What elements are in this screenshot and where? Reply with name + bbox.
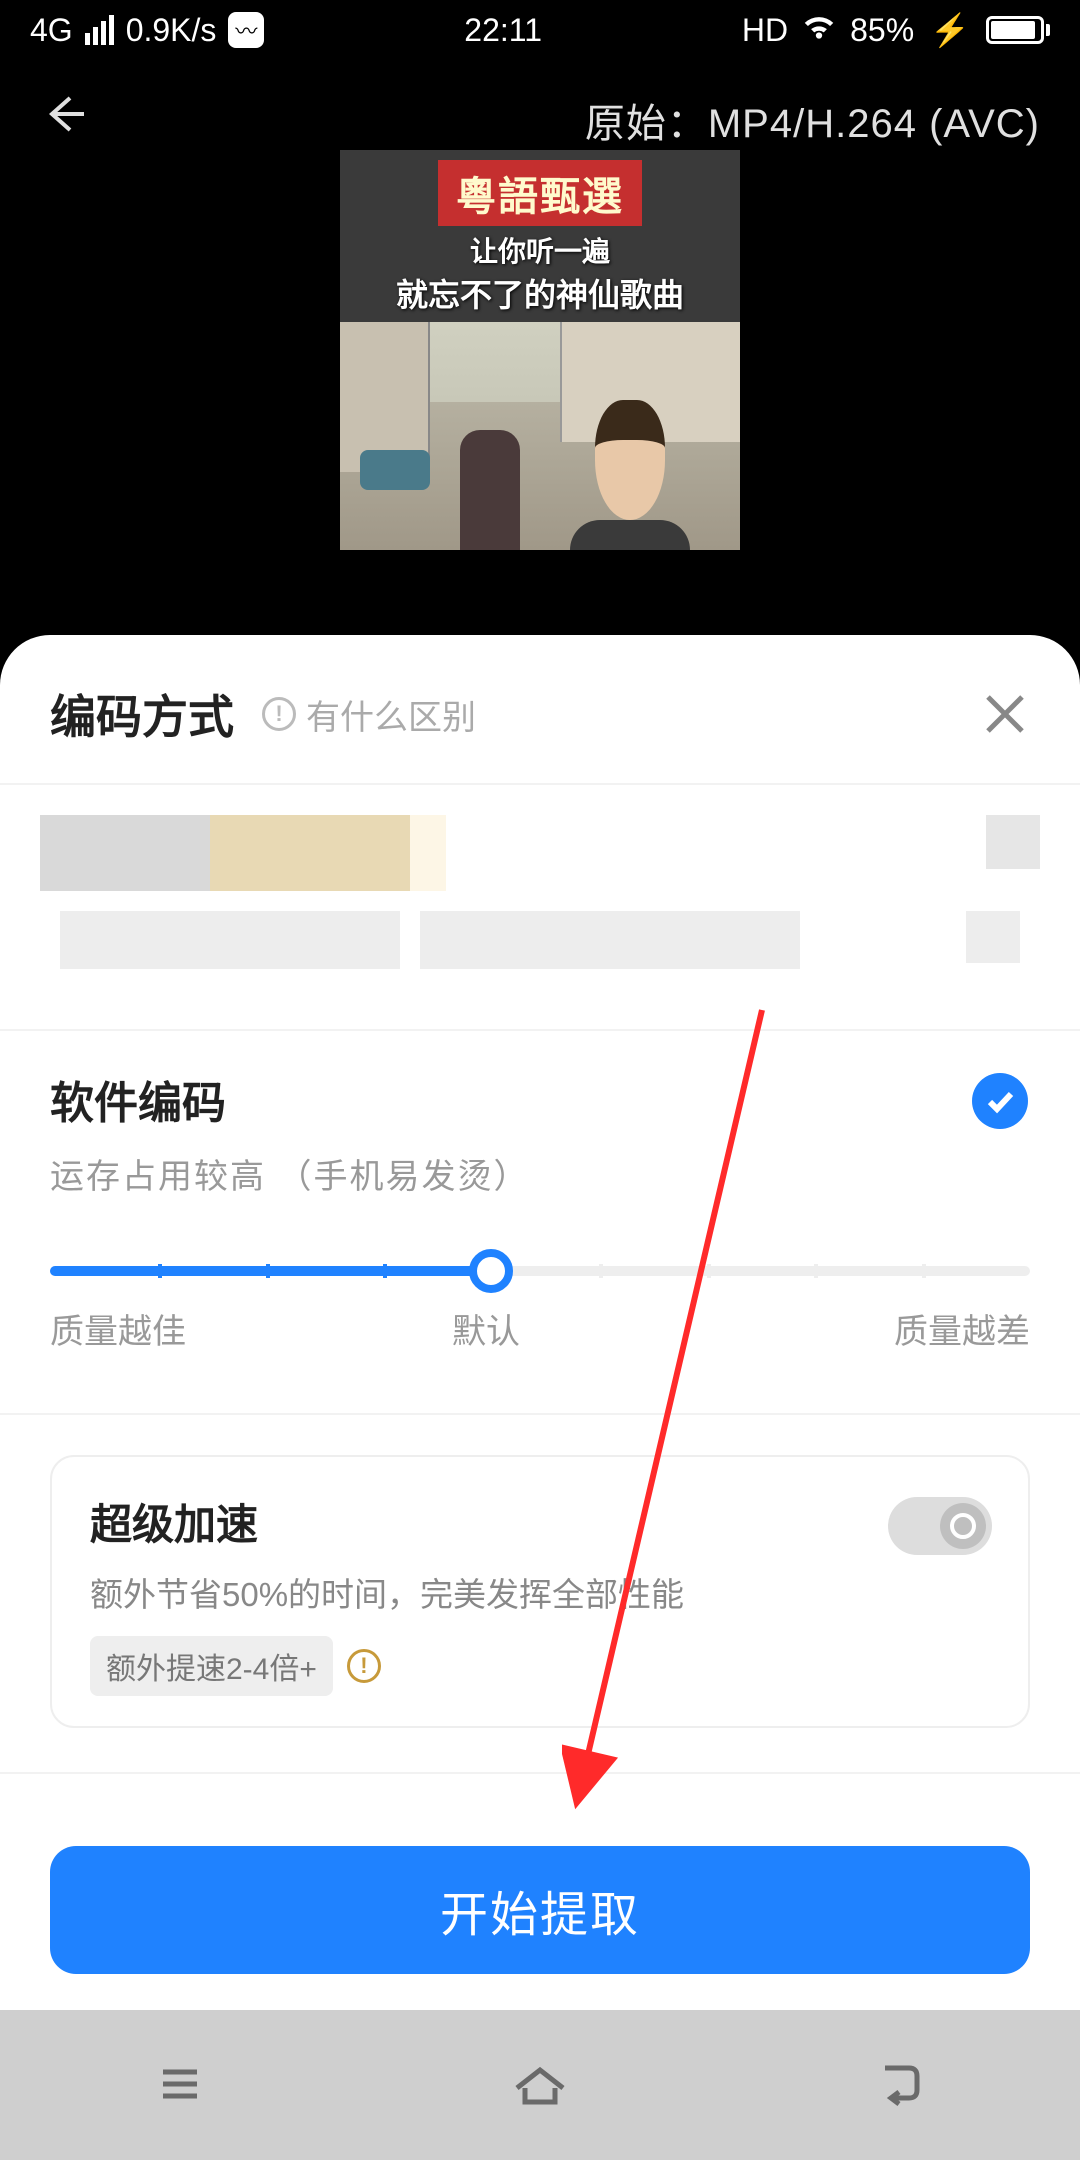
status-right: HD 85% ⚡ xyxy=(742,7,1050,53)
close-button[interactable] xyxy=(980,689,1030,739)
wifi-icon xyxy=(800,7,838,53)
status-bar: 4G 0.9K/s 〰 22:11 HD 85% ⚡ xyxy=(0,0,1080,60)
quality-slider[interactable]: 质量越佳 默认 质量越差 xyxy=(0,1218,1080,1373)
back-nav-button[interactable] xyxy=(865,2048,935,2123)
hd-label: HD xyxy=(742,12,788,49)
signal-icon xyxy=(85,15,114,45)
accelerate-title: 超级加速 xyxy=(90,1491,990,1552)
tab-placeholder xyxy=(966,911,1020,963)
battery-percent: 85% xyxy=(850,12,914,49)
network-type: 4G xyxy=(30,12,73,49)
tab-placeholder[interactable] xyxy=(210,815,410,891)
slider-thumb[interactable] xyxy=(469,1249,513,1293)
format-info: 原始：MP4/H.264 (AVC) xyxy=(585,91,1040,149)
help-link[interactable]: ! 有什么区别 xyxy=(262,690,476,739)
slider-track[interactable] xyxy=(50,1266,1030,1276)
divider xyxy=(0,1772,1080,1774)
tab-placeholder xyxy=(986,815,1040,869)
tab-placeholder[interactable] xyxy=(60,911,400,969)
selected-check-icon xyxy=(972,1073,1028,1129)
battery-icon xyxy=(986,16,1050,44)
home-button[interactable] xyxy=(505,2048,575,2123)
slider-labels: 质量越佳 默认 质量越差 xyxy=(50,1304,1030,1353)
software-encoding-option[interactable]: 软件编码 运存占用较高 （手机易发烫） xyxy=(0,1031,1080,1218)
charging-icon: ⚡ xyxy=(930,11,970,49)
app-indicator-icon: 〰 xyxy=(228,12,264,48)
tab-placeholder[interactable] xyxy=(420,911,800,969)
toggle-knob xyxy=(940,1503,986,1549)
encoder-tabs[interactable] xyxy=(0,785,1080,931)
format-label: 原始： xyxy=(585,102,708,146)
format-value: MP4/H.264 (AVC) xyxy=(708,102,1040,146)
encoder-tabs-row2 xyxy=(0,911,1080,1009)
recent-apps-button[interactable] xyxy=(145,2048,215,2123)
slider-fill xyxy=(50,1266,491,1276)
tab-placeholder[interactable] xyxy=(40,815,210,891)
help-text: 有什么区别 xyxy=(306,690,476,739)
thumbnail-scene xyxy=(340,322,740,550)
accelerate-badge-row: 额外提速2-4倍+ ! xyxy=(90,1636,990,1696)
video-thumbnail[interactable]: 粵語甄選 让你听一遍 就忘不了的神仙歌曲 xyxy=(340,150,740,550)
warning-icon[interactable]: ! xyxy=(347,1649,381,1683)
thumbnail-line2: 就忘不了的神仙歌曲 xyxy=(396,270,684,316)
accelerate-toggle[interactable] xyxy=(888,1497,992,1555)
speed-badge: 额外提速2-4倍+ xyxy=(90,1636,333,1696)
slider-label-worst: 质量越差 xyxy=(894,1304,1030,1353)
start-extract-button[interactable]: 开始提取 xyxy=(50,1846,1030,1974)
slider-label-default: 默认 xyxy=(452,1304,520,1353)
super-accelerate-card: 超级加速 额外节省50%的时间，完美发挥全部性能 额外提速2-4倍+ ! xyxy=(50,1455,1030,1728)
tab-placeholder[interactable] xyxy=(410,815,446,891)
data-speed: 0.9K/s xyxy=(126,12,217,49)
divider xyxy=(0,1413,1080,1415)
thumbnail-banner: 粵語甄選 xyxy=(438,160,642,226)
encoding-sheet: 编码方式 ! 有什么区别 软件编码 运存占用较高 （手机易发烫） xyxy=(0,635,1080,2160)
back-button[interactable] xyxy=(40,90,100,150)
slider-label-best: 质量越佳 xyxy=(50,1304,186,1353)
option-title: 软件编码 xyxy=(50,1067,1030,1131)
system-nav-bar xyxy=(0,2010,1080,2160)
sheet-title: 编码方式 xyxy=(50,681,234,747)
accelerate-description: 额外节省50%的时间，完美发挥全部性能 xyxy=(90,1568,990,1616)
option-description: 运存占用较高 （手机易发烫） xyxy=(50,1149,1030,1198)
start-extract-label: 开始提取 xyxy=(440,1875,640,1945)
clock: 22:11 xyxy=(464,12,542,49)
status-left: 4G 0.9K/s 〰 xyxy=(30,12,264,49)
sheet-header: 编码方式 ! 有什么区别 xyxy=(0,635,1080,783)
thumbnail-line1: 让你听一遍 xyxy=(470,230,610,270)
info-icon: ! xyxy=(262,697,296,731)
